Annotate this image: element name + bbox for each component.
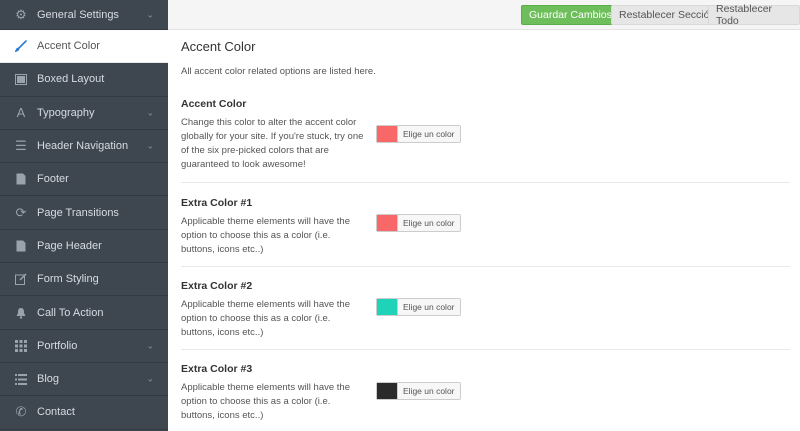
sidebar-item-label: General Settings — [37, 8, 119, 21]
option-extra-color-1: Extra Color #1 Applicable theme elements… — [181, 197, 790, 257]
refresh-icon: ⟳ — [15, 204, 27, 220]
color-picker-label: Elige un color — [397, 126, 460, 142]
chevron-down-icon: ⌄ — [146, 373, 154, 384]
chevron-down-icon: ⌄ — [146, 340, 154, 351]
color-swatch — [377, 126, 397, 142]
chevron-down-icon: ⌄ — [146, 107, 154, 118]
page-title: Accent Color — [181, 39, 256, 54]
phone-icon: ✆ — [15, 404, 27, 420]
color-swatch — [377, 215, 397, 231]
sidebar-item-page-transitions[interactable]: ⟳ Page Transitions — [0, 196, 168, 230]
sidebar-item-contact[interactable]: ✆ Contact — [0, 396, 168, 430]
sidebar-item-label: Page Header — [37, 239, 102, 252]
chevron-down-icon: ⌄ — [146, 140, 154, 151]
menu-icon: ☰ — [15, 138, 27, 154]
color-swatch — [377, 299, 397, 315]
option-extra-color-3: Extra Color #3 Applicable theme elements… — [181, 363, 790, 423]
list-icon — [14, 372, 28, 386]
option-title: Extra Color #2 — [181, 280, 253, 292]
save-button[interactable]: Guardar Cambios — [521, 5, 620, 25]
chevron-down-icon: ⌄ — [146, 9, 154, 19]
sidebar-item-label: Footer — [37, 173, 69, 186]
reset-all-button[interactable]: Restablecer Todo — [708, 3, 800, 27]
color-picker-button[interactable]: Elige un color — [376, 298, 461, 316]
divider — [181, 182, 790, 183]
sidebar-item-label: Accent Color — [37, 40, 100, 53]
color-picker-label: Elige un color — [397, 383, 460, 399]
grid-icon — [14, 339, 28, 353]
divider — [181, 266, 790, 267]
sidebar-item-page-header[interactable]: Page Header — [0, 230, 168, 264]
option-extra-color-2: Extra Color #2 Applicable theme elements… — [181, 280, 790, 340]
main-content: Accent Color All accent color related op… — [168, 30, 800, 431]
option-description: Applicable theme elements will have the … — [181, 299, 350, 338]
sidebar-item-label: Typography — [37, 106, 95, 119]
color-picker-label: Elige un color — [397, 299, 460, 315]
option-title: Extra Color #3 — [181, 363, 253, 375]
color-picker-label: Elige un color — [397, 215, 460, 231]
sidebar-item-label: Blog — [37, 373, 60, 386]
page-description: All accent color related options are lis… — [181, 66, 376, 77]
sidebar-item-label: Form Styling — [37, 273, 99, 286]
edit-icon — [14, 272, 28, 286]
page-icon — [14, 239, 28, 253]
top-toolbar: Guardar Cambios Restablecer Sección Rest… — [168, 0, 800, 30]
typography-icon: A — [16, 105, 26, 121]
gear-icon: ⚙ — [15, 6, 27, 22]
option-title: Extra Color #1 — [181, 197, 253, 209]
divider — [181, 349, 790, 350]
sidebar-item-label: Contact — [37, 406, 75, 419]
document-icon — [14, 172, 28, 186]
sidebar-item-footer[interactable]: Footer — [0, 163, 168, 197]
sidebar-item-typography[interactable]: A Typography ⌄ — [0, 97, 168, 130]
bell-icon — [14, 306, 28, 320]
sidebar-item-label: Header Navigation — [37, 140, 129, 153]
sidebar-item-portfolio[interactable]: Portfolio ⌄ — [0, 330, 168, 363]
sidebar-item-general-settings[interactable]: ⚙ General Settings ⌄ — [0, 0, 168, 30]
option-description: Change this color to alter the accent co… — [181, 117, 364, 170]
option-title: Accent Color — [181, 98, 247, 110]
sidebar-item-label: Page Transitions — [37, 206, 119, 219]
layout-icon — [14, 72, 28, 86]
color-picker-button[interactable]: Elige un color — [376, 125, 461, 143]
sidebar-item-label: Call To Action — [37, 306, 104, 319]
option-description: Applicable theme elements will have the … — [181, 216, 350, 255]
sidebar: ⚙ General Settings ⌄ Accent Color Boxed … — [0, 0, 168, 431]
sidebar-item-boxed-layout[interactable]: Boxed Layout — [0, 63, 168, 97]
reset-section-button[interactable]: Restablecer Sección — [611, 5, 724, 25]
sidebar-item-accent-color[interactable]: Accent Color — [0, 30, 168, 64]
sidebar-item-blog[interactable]: Blog ⌄ — [0, 363, 168, 397]
color-picker-button[interactable]: Elige un color — [376, 214, 461, 232]
sidebar-item-label: Boxed Layout — [37, 73, 105, 86]
color-picker-button[interactable]: Elige un color — [376, 382, 461, 400]
sidebar-item-header-navigation[interactable]: ☰ Header Navigation ⌄ — [0, 130, 168, 164]
option-accent-color: Accent Color Change this color to alter … — [181, 98, 790, 172]
sidebar-item-call-to-action[interactable]: Call To Action — [0, 296, 168, 330]
brush-icon — [14, 39, 28, 53]
sidebar-item-label: Portfolio — [37, 339, 78, 352]
option-description: Applicable theme elements will have the … — [181, 382, 350, 421]
color-swatch — [377, 383, 397, 399]
sidebar-item-form-styling[interactable]: Form Styling — [0, 263, 168, 297]
